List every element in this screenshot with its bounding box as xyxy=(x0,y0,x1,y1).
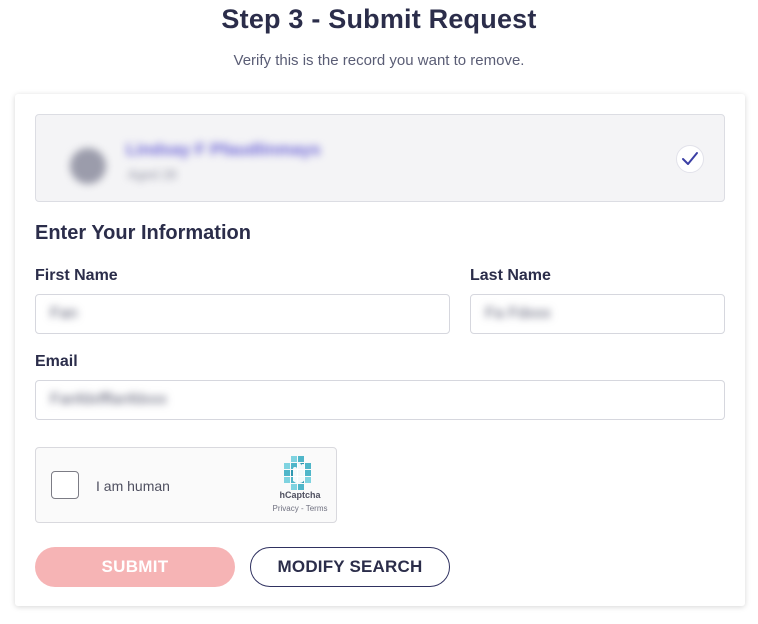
email-label: Email xyxy=(35,353,78,370)
section-title: Enter Your Information xyxy=(35,222,251,244)
captcha-brand: hCaptcha xyxy=(279,490,321,500)
record-name: Lindsay F Pfaudlinmays xyxy=(126,140,321,159)
first-name-input[interactable]: Fan xyxy=(35,294,450,334)
hcaptcha-logo-icon xyxy=(282,456,316,490)
hcaptcha-widget: I am human hCaptcha Privacy - Terms xyxy=(35,447,337,523)
modify-search-button[interactable]: MODIFY SEARCH xyxy=(250,547,450,587)
last-name-value: Fa Fdxxx xyxy=(485,305,551,322)
page: Step 3 - Submit Request Verify this is t… xyxy=(0,0,758,624)
page-subtitle: Verify this is the record you want to re… xyxy=(233,52,525,69)
captcha-privacy-terms-link[interactable]: Privacy - Terms xyxy=(256,504,344,513)
last-name-label: Last Name xyxy=(470,267,551,284)
page-title: Step 3 - Submit Request xyxy=(221,4,537,34)
captcha-checkbox[interactable] xyxy=(51,471,79,499)
record-detail: Aged 28 xyxy=(128,167,177,182)
request-card: Lindsay F Pfaudlinmays Aged 28 Enter You… xyxy=(15,94,745,606)
record-avatar xyxy=(70,148,106,184)
first-name-label: First Name xyxy=(35,267,118,284)
first-name-value: Fan xyxy=(50,305,78,322)
captcha-label: I am human xyxy=(96,478,170,494)
email-value: Fanfdxfffanfdxxx xyxy=(50,391,167,408)
last-name-input[interactable]: Fa Fdxxx xyxy=(470,294,725,334)
checkmark-icon xyxy=(676,145,704,173)
submit-button[interactable]: SUBMIT xyxy=(35,547,235,587)
selected-record[interactable]: Lindsay F Pfaudlinmays Aged 28 xyxy=(35,114,725,202)
email-input[interactable]: Fanfdxfffanfdxxx xyxy=(35,380,725,420)
